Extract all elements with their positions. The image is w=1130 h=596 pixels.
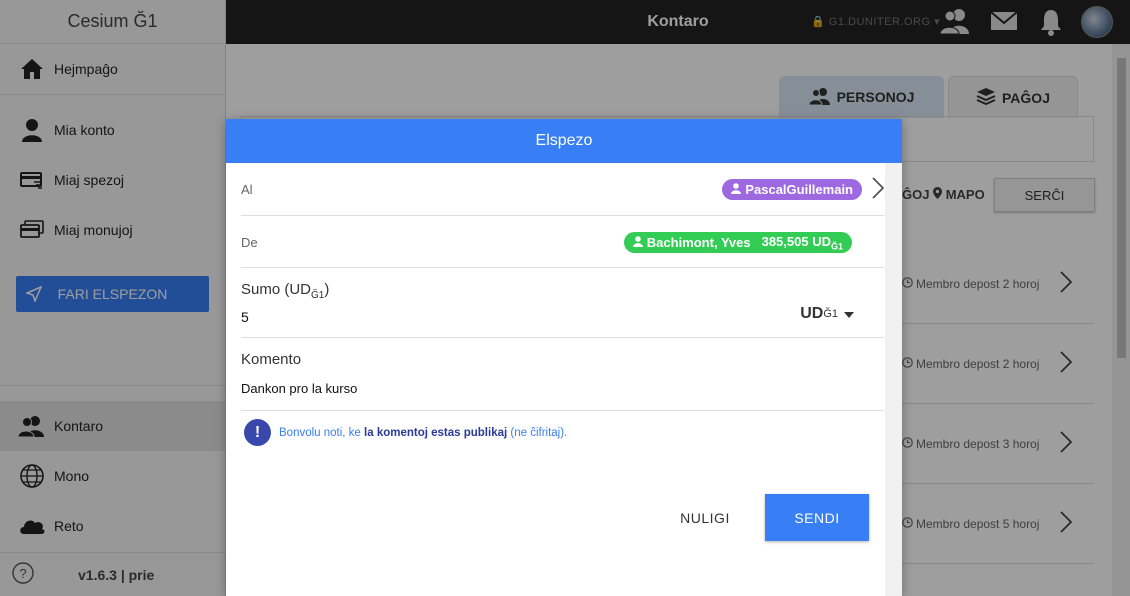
comment-input[interactable]: Dankon pro la kurso: [241, 381, 357, 396]
recipient-name: PascalGuillemain: [745, 182, 853, 197]
amount-input[interactable]: 5: [241, 309, 249, 325]
amount-label-end: ): [324, 281, 330, 298]
cancel-button[interactable]: NULIGI: [672, 495, 738, 541]
unit-sub: Ğ1: [823, 308, 838, 320]
person-icon: [731, 182, 742, 197]
sender-name: Bachimont, Yves: [646, 235, 751, 250]
amount-label-sub: Ğ1: [311, 290, 325, 301]
comment-label: Komento: [241, 351, 302, 368]
sender-badge: Bachimont, Yves 385,505 UDĞ1: [623, 232, 852, 253]
sender-balance: 385,505 UDĞ1: [762, 234, 843, 252]
recipient-badge: PascalGuillemain: [722, 179, 862, 200]
sender-field[interactable]: De Bachimont, Yves 385,505 UDĞ1: [241, 216, 884, 268]
transfer-modal: Elspezo Al PascalGuillemain De Bachimont…: [226, 119, 902, 596]
amount-label: Sumo (UDĞ1): [241, 281, 329, 301]
notice-text: Bonvolu noti, ke la komentoj estas publi…: [279, 427, 567, 439]
notice-prefix: Bonvolu noti, ke: [279, 426, 365, 439]
sender-label: De: [241, 235, 258, 250]
balance-value: 385,505 UD: [761, 233, 831, 249]
modal-title: Elspezo: [226, 119, 902, 163]
recipient-label: Al: [241, 182, 253, 197]
amount-label-text: Sumo (UD: [241, 281, 312, 298]
public-comment-notice: ! Bonvolu noti, ke la komentoj estas pub…: [244, 419, 567, 446]
person-icon: [632, 235, 643, 250]
amount-field[interactable]: Sumo (UDĞ1) 5 UD Ğ1: [241, 268, 884, 338]
recipient-field[interactable]: Al PascalGuillemain: [241, 163, 885, 216]
info-icon: !: [244, 419, 271, 446]
caret-down-icon: [844, 305, 854, 323]
comment-field[interactable]: Komento Dankon pro la kurso: [241, 338, 884, 411]
modal-scrollbar[interactable]: [885, 163, 902, 596]
balance-unit-sub: Ğ1: [830, 241, 843, 252]
unit-label: UD: [800, 305, 824, 322]
unit-select[interactable]: UD Ğ1: [800, 305, 854, 323]
send-button[interactable]: SENDI: [765, 494, 869, 541]
notice-suffix: (ne ĉifritaj).: [507, 426, 568, 439]
chevron-right-icon[interactable]: [872, 177, 885, 204]
notice-bold: la komentoj estas publikaj: [364, 426, 508, 439]
